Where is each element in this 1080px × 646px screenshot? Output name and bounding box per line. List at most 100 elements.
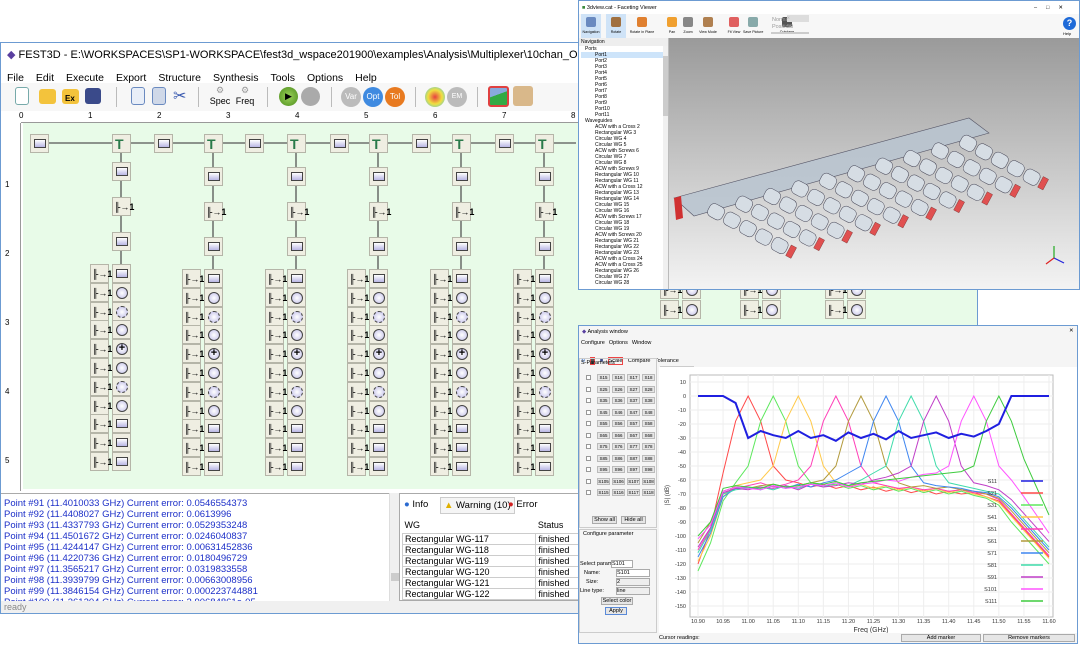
sparam-button[interactable]: S116 xyxy=(612,489,625,496)
sparam-button[interactable]: S38 xyxy=(642,397,655,404)
close-icon[interactable]: ✕ xyxy=(1069,328,1074,334)
iris-block[interactable]: ╟→1 xyxy=(430,363,452,382)
iris-block[interactable]: ╟→1 xyxy=(182,306,204,326)
sparam-button[interactable]: S98 xyxy=(642,466,655,473)
iris-block[interactable]: ╟→1 xyxy=(513,287,535,307)
sparam-checkbox[interactable] xyxy=(586,467,591,472)
sparam-button[interactable]: S85 xyxy=(597,454,610,462)
acw-screws-block[interactable]: + xyxy=(112,339,131,359)
tab-error[interactable]: ● Error xyxy=(508,499,538,510)
rectangular-waveguide-block[interactable] xyxy=(287,419,306,439)
iris-block[interactable]: ╟→1 xyxy=(347,438,369,458)
t-junction-block[interactable]: T xyxy=(287,134,306,153)
iris-block[interactable]: ╟→1 xyxy=(265,325,287,345)
iris-block[interactable]: ╟→1 xyxy=(347,363,369,382)
rectangular-waveguide-block[interactable] xyxy=(204,269,223,288)
circular-waveguide-block[interactable] xyxy=(535,363,554,382)
circular-waveguide-block[interactable] xyxy=(847,300,866,319)
sparam-chart[interactable]: 10.90 10.95 11.00 11.05 11.10 11.15 11.20 11.25… xyxy=(659,367,1077,633)
circular-waveguide-block[interactable] xyxy=(452,287,471,307)
circular-waveguide-block[interactable] xyxy=(204,287,223,307)
iris-block[interactable]: ╟→1 xyxy=(182,344,204,364)
iris-block[interactable]: ╟→1 xyxy=(265,344,287,364)
name-input[interactable]: S101 xyxy=(616,569,650,577)
iris-block[interactable]: ╟→1 xyxy=(90,301,112,321)
nav-scrollbar[interactable] xyxy=(663,46,668,289)
open-ex-button[interactable]: Ex xyxy=(62,89,79,104)
iris-block[interactable]: ╟→1 xyxy=(430,325,452,345)
iris-block[interactable]: ╟→1 xyxy=(452,202,474,221)
rectangular-waveguide-block[interactable] xyxy=(369,438,388,458)
iris-block[interactable]: ╟→1 xyxy=(513,344,535,364)
acw-cross-block[interactable] xyxy=(535,381,554,401)
hide-all-button[interactable]: Hide all xyxy=(621,516,646,524)
circular-waveguide-block[interactable] xyxy=(112,358,131,377)
rectangular-waveguide-block[interactable] xyxy=(287,457,306,476)
sparam-checkbox[interactable] xyxy=(586,398,591,403)
iris-block[interactable]: ╟→1 xyxy=(265,381,287,401)
sparam-button[interactable]: S16 xyxy=(612,374,625,381)
iris-block[interactable]: ╟→1 xyxy=(430,381,452,401)
iris-block[interactable]: ╟→1 xyxy=(182,457,204,476)
menu-window[interactable]: Window xyxy=(632,340,652,346)
rectangular-waveguide-block[interactable] xyxy=(154,134,173,153)
stop-button[interactable] xyxy=(301,87,320,106)
rectangular-waveguide-block[interactable] xyxy=(204,167,223,186)
iris-block[interactable]: ╟→1 xyxy=(265,269,287,288)
sparam-button[interactable]: S56 xyxy=(612,420,625,427)
iris-block[interactable]: ╟→1 xyxy=(182,419,204,439)
circular-waveguide-block[interactable] xyxy=(287,287,306,307)
iris-block[interactable]: ╟→1 xyxy=(513,381,535,401)
iris-block[interactable]: ╟→1 xyxy=(347,400,369,420)
rectangular-waveguide-block[interactable] xyxy=(287,438,306,458)
iris-block[interactable]: ╟→1 xyxy=(513,363,535,382)
tol-button[interactable]: Tol xyxy=(385,87,405,107)
sparam-button[interactable]: S86 xyxy=(612,454,625,462)
3d-view-button[interactable] xyxy=(513,86,533,106)
rectangular-waveguide-block[interactable] xyxy=(535,167,554,186)
iris-block[interactable]: ╟→1 xyxy=(513,325,535,345)
acw-screws-block[interactable]: + xyxy=(204,344,223,364)
menu-options[interactable]: Options xyxy=(609,340,628,346)
iris-block[interactable]: ╟→1 xyxy=(430,269,452,288)
rectangular-waveguide-block[interactable] xyxy=(287,237,306,256)
spec-button[interactable]: ⚙ Spec xyxy=(209,85,231,106)
remove-markers-button[interactable]: Remove markers xyxy=(983,634,1075,642)
acw-screws-block[interactable]: + xyxy=(287,344,306,364)
rectangular-waveguide-block[interactable] xyxy=(112,433,131,453)
circular-waveguide-block[interactable] xyxy=(369,325,388,345)
sparam-button[interactable]: S77 xyxy=(627,443,640,450)
rectangular-waveguide-block[interactable] xyxy=(204,237,223,256)
acw-screws-block[interactable]: + xyxy=(452,344,471,364)
iris-block[interactable]: ╟→1 xyxy=(287,202,309,221)
iris-block[interactable]: ╟→1 xyxy=(182,400,204,420)
select-param-dropdown[interactable]: S101 xyxy=(611,560,633,568)
iris-block[interactable]: ╟→1 xyxy=(513,457,535,476)
rectangular-waveguide-block[interactable] xyxy=(369,167,388,186)
sparam-button[interactable]: S48 xyxy=(642,408,655,416)
acw-cross-block[interactable] xyxy=(369,306,388,326)
sparam-button[interactable]: S107 xyxy=(627,477,640,485)
sparam-button[interactable]: S105 xyxy=(597,477,610,485)
iris-block[interactable]: ╟→1 xyxy=(90,376,112,396)
sparam-checkbox[interactable] xyxy=(586,409,591,415)
circular-waveguide-block[interactable] xyxy=(204,363,223,382)
table-row[interactable]: Rectangular WG-122 finished xyxy=(401,587,590,600)
sparam-button[interactable]: S35 xyxy=(597,397,610,404)
tab-warning[interactable]: ▲ Warning (10) xyxy=(440,497,515,514)
navigation-tree[interactable]: Ports Port1 Port2 Port3 Port4 Port5 Port6 Port7… xyxy=(581,46,665,286)
iris-block[interactable]: ╟→1 xyxy=(90,452,112,471)
iris-block[interactable]: ╟→1 xyxy=(347,381,369,401)
freq-button[interactable]: ⚙ Freq xyxy=(234,85,256,106)
sparam-button[interactable]: S57 xyxy=(627,420,640,427)
rectangular-waveguide-block[interactable] xyxy=(112,264,131,283)
menu-configure[interactable]: Configure xyxy=(581,340,605,346)
sparam-button[interactable]: S36 xyxy=(612,397,625,404)
iris-block[interactable]: ╟→1 xyxy=(265,306,287,326)
acw-cross-block[interactable] xyxy=(452,306,471,326)
sparam-checkbox[interactable] xyxy=(586,421,591,426)
iris-block[interactable]: ╟→1 xyxy=(182,287,204,307)
tool-navigation[interactable]: Navigation xyxy=(581,14,601,38)
sparam-button[interactable]: S117 xyxy=(627,489,640,496)
sparam-button[interactable]: S66 xyxy=(612,431,625,439)
